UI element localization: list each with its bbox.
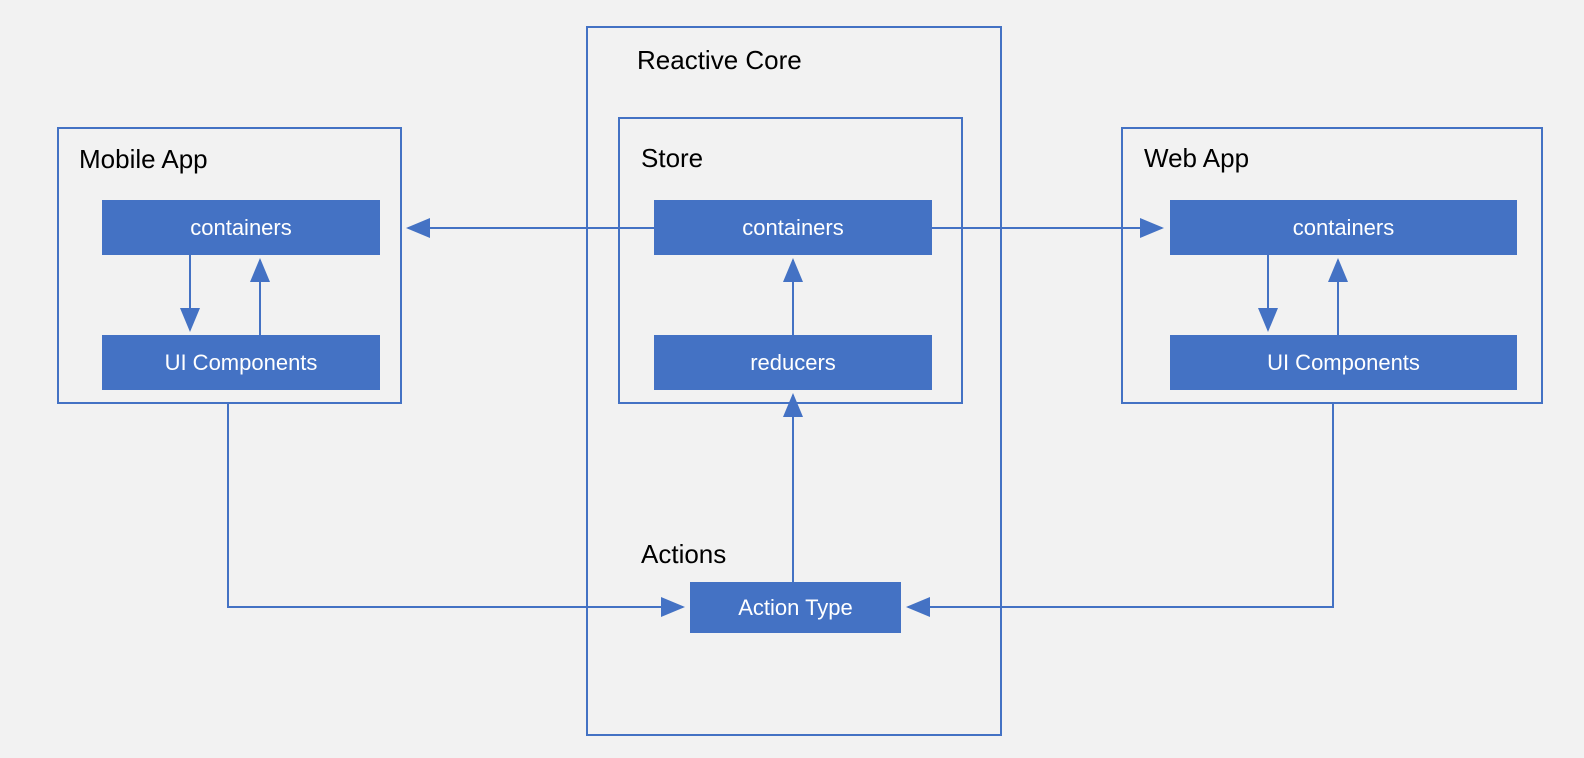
- reactive-core-title: Reactive Core: [633, 45, 806, 76]
- mobile-ui-components-label: UI Components: [165, 350, 318, 376]
- core-reducers-label: reducers: [750, 350, 836, 376]
- store-title: Store: [637, 143, 707, 174]
- mobile-ui-components-block: UI Components: [102, 335, 380, 390]
- core-containers-block: containers: [654, 200, 932, 255]
- mobile-containers-block: containers: [102, 200, 380, 255]
- mobile-containers-label: containers: [190, 215, 292, 241]
- actions-title: Actions: [637, 539, 730, 570]
- web-containers-label: containers: [1293, 215, 1395, 241]
- web-app-title: Web App: [1140, 143, 1253, 174]
- core-containers-label: containers: [742, 215, 844, 241]
- diagram-canvas: Mobile App containers UI Components Reac…: [0, 0, 1584, 758]
- action-type-block: Action Type: [690, 582, 901, 633]
- web-containers-block: containers: [1170, 200, 1517, 255]
- core-reducers-block: reducers: [654, 335, 932, 390]
- action-type-label: Action Type: [738, 595, 853, 621]
- web-ui-components-block: UI Components: [1170, 335, 1517, 390]
- web-ui-components-label: UI Components: [1267, 350, 1420, 376]
- mobile-app-title: Mobile App: [75, 144, 212, 175]
